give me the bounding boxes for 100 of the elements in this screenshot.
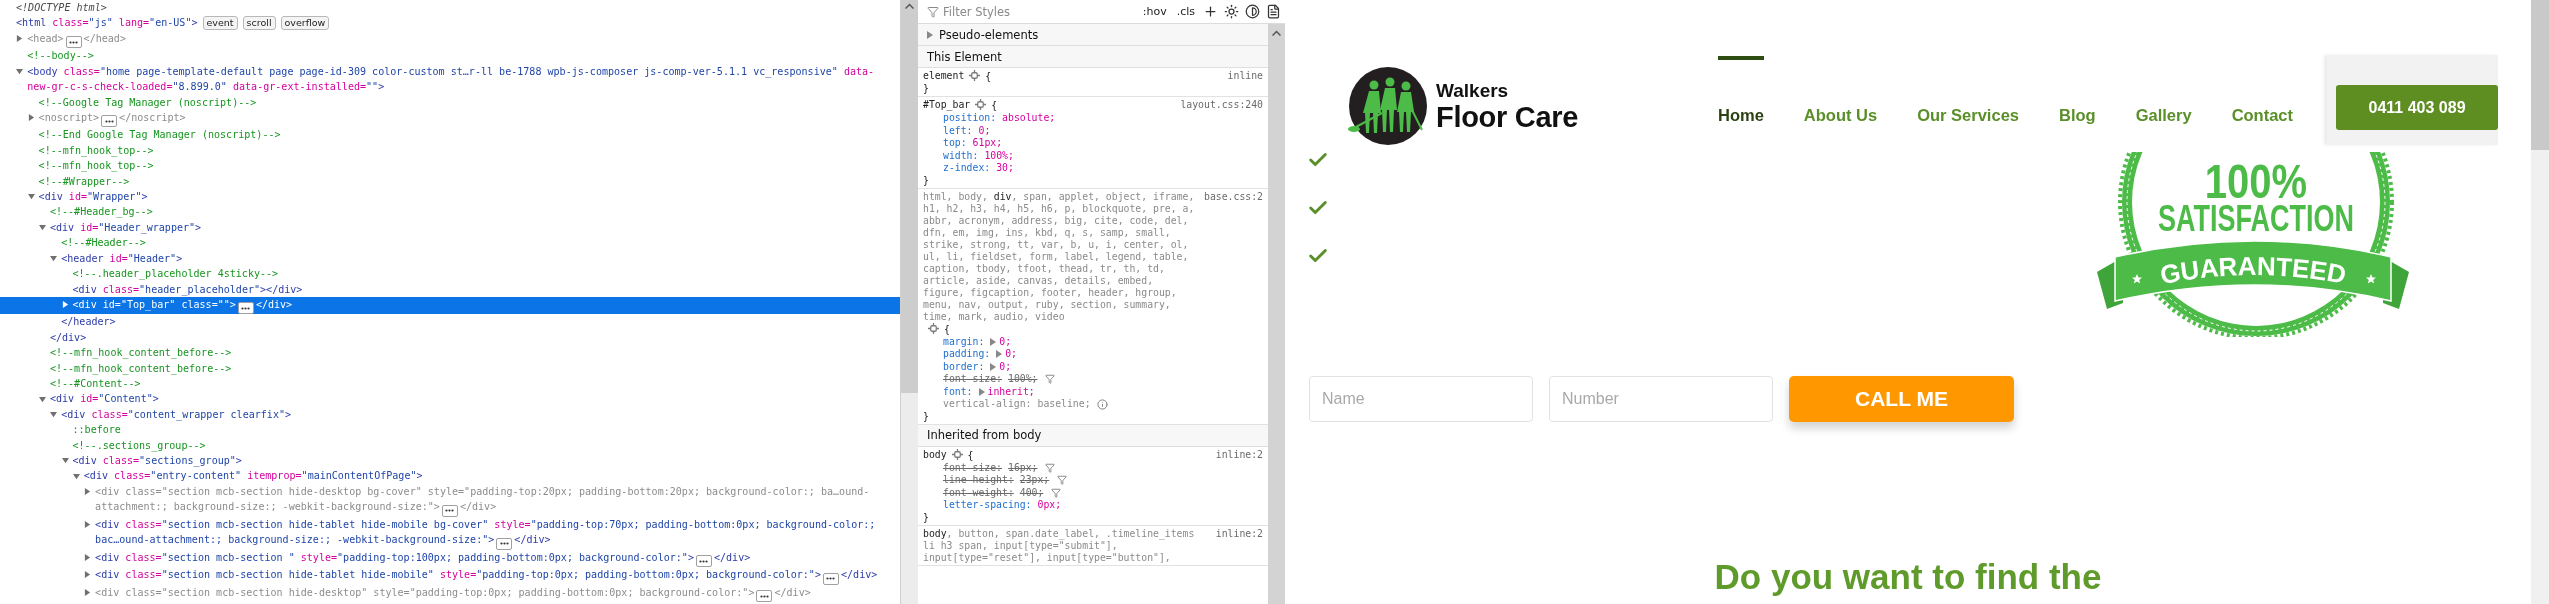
css-value[interactable]: 0; (978, 124, 991, 137)
info-icon[interactable] (1096, 398, 1108, 410)
dom-tree-row[interactable]: <noscript> </noscript> (0, 109, 900, 128)
css-property[interactable]: letter-spacing: (943, 499, 1032, 512)
disclosure-triangle-icon[interactable] (84, 588, 92, 596)
nav-link[interactable]: Blog (2059, 105, 2096, 125)
dom-tree-row[interactable]: <!--#Header_bg--> (0, 204, 900, 220)
disclosure-triangle-icon[interactable] (16, 35, 24, 42)
dom-tree-row[interactable]: <!--#Header--> (0, 235, 900, 251)
disclosure-triangle-icon[interactable] (27, 193, 35, 201)
scrollbar[interactable] (2531, 0, 2549, 604)
css-property[interactable]: top: (943, 137, 967, 150)
crosshair-icon[interactable] (969, 70, 981, 81)
disclosure-triangle-icon[interactable] (61, 457, 69, 465)
css-value[interactable]: 0px; (1037, 499, 1062, 512)
ellipsis-icon[interactable] (496, 537, 513, 550)
crosshair-icon[interactable] (928, 322, 939, 334)
input-field[interactable]: Name (1309, 376, 1533, 422)
dom-tree-row[interactable]: <div class="section mcb-section " style="padding-top:100px; padding-bottom:0px; background-color:"> </div> (0, 549, 900, 568)
input-field[interactable]: Number (1549, 376, 1773, 422)
disclosure-triangle-icon[interactable] (84, 553, 92, 561)
expand-triangle-icon[interactable] (990, 362, 997, 371)
css-value[interactable]: 61px; (972, 137, 1003, 150)
dom-tree-row[interactable]: <html class="js" lang="en-US"> event scroll overflow (0, 15, 900, 31)
css-property[interactable]: padding: (943, 348, 991, 361)
ellipsis-icon[interactable] (441, 504, 458, 517)
css-property[interactable]: line-height: (943, 474, 1014, 487)
dom-tree-row[interactable]: <div id="Header_wrapper"> (0, 219, 900, 236)
css-source-link[interactable]: inline:2 (1215, 448, 1263, 461)
disclosure-triangle-icon[interactable] (16, 67, 24, 75)
css-value[interactable]: 100%; (984, 149, 1014, 162)
disclosure-triangle-icon[interactable] (84, 571, 92, 579)
css-value[interactable]: absolute; (1002, 112, 1056, 125)
nav-link[interactable]: Gallery (2135, 105, 2192, 125)
ellipsis-icon[interactable] (695, 555, 712, 568)
dom-badge[interactable]: scroll (242, 16, 276, 31)
dom-tree-row[interactable]: <div class="section mcb-section hide-tablet hide-mobile bg-cover" style="padding-top:70px; padding-bottom:0px; background-color:; bac…ound-attachment:; background-size:; -webkit-background-size:"> </div> (0, 516, 900, 550)
css-source-link[interactable]: base.css:2 (1204, 190, 1263, 203)
dom-tree-row[interactable]: <div id="Wrapper"> (0, 189, 900, 205)
dom-tree-row[interactable]: <!--mfn_hook_content_before--> (0, 360, 900, 377)
css-property[interactable]: font-weight: (943, 486, 1014, 499)
css-property[interactable]: margin: (943, 335, 985, 348)
filter-icon[interactable] (1057, 475, 1068, 486)
dom-tree-row[interactable]: <div class="entry-content" itemprop="mainContentOfPage"> (0, 468, 900, 484)
dom-tree-row[interactable]: <!--.sections_group--> (0, 437, 900, 454)
ellipsis-icon[interactable] (756, 590, 773, 603)
expand-triangle-icon[interactable] (990, 337, 997, 346)
css-source-link[interactable]: layout.css:240 (1180, 99, 1263, 111)
css-property[interactable]: border: (943, 360, 985, 373)
crosshair-icon[interactable] (975, 99, 987, 110)
filter-icon[interactable] (1045, 462, 1056, 473)
dom-tree-row[interactable]: </div> (0, 329, 900, 346)
ellipsis-icon[interactable] (65, 36, 82, 49)
css-source-link[interactable]: inline (1227, 70, 1263, 82)
dom-tree-row[interactable]: <!--body--> (0, 48, 900, 64)
sun-icon[interactable] (1224, 4, 1239, 19)
toggle-button[interactable]: :hov (1140, 5, 1169, 18)
dom-tree-row[interactable]: </header> (0, 314, 900, 330)
disclosure-triangle-icon[interactable] (84, 488, 92, 496)
dom-tree-row[interactable]: <!--#Content--> (0, 376, 900, 392)
css-source-link[interactable]: inline:2 (1215, 527, 1263, 540)
disclosure-triangle-icon[interactable] (50, 411, 58, 419)
css-value[interactable]: 400; (1019, 486, 1044, 499)
css-property[interactable]: z-index: (943, 162, 991, 175)
dom-tree-row[interactable]: <!DOCTYPE html> (0, 0, 900, 16)
css-value[interactable]: baseline; (1037, 398, 1091, 411)
dom-tree-row[interactable]: <div class="header_placeholder"></div> (0, 281, 900, 297)
css-property[interactable]: font-size: (943, 373, 1002, 386)
pseudo-elements-row[interactable]: Pseudo-elements (918, 24, 1268, 46)
css-value[interactable]: 0; (999, 335, 1012, 348)
dom-tree-row[interactable]: <!--Google Tag Manager (noscript)--> (0, 94, 900, 110)
dom-tree-row[interactable]: <div class="section mcb-section hide-desktop" style="padding-top:0px; padding-bottom:0px; background-color:"> </div> (0, 584, 900, 603)
toggle-button[interactable]: .cls (1174, 5, 1197, 18)
contrast-icon[interactable] (1245, 4, 1260, 19)
dom-badge[interactable]: overflow (280, 16, 330, 31)
dom-tree-row[interactable]: <!--mfn_hook_top--> (0, 142, 900, 159)
nav-link[interactable]: Contact (2231, 105, 2294, 125)
dom-tree-row[interactable]: <body class="home page-template-default page page-id-309 color-custom st…r-ll be-1788 wpb-js-composer js-comp-ver-5.1.1 vc_responsive" data-new-gr-c-s-check-loaded="8.899.0" data-gr-ext-installed=""> (0, 63, 900, 95)
nav-link[interactable]: Our Services (1917, 105, 2019, 125)
dom-tree-row[interactable]: <div class="section mcb-section hide-tablet hide-mobile" style="padding-top:0px; padding-bottom:0px; background-color:"> </div> (0, 567, 900, 585)
dom-tree-row[interactable]: <div id="Content"> (0, 391, 900, 407)
dom-tree-row[interactable]: <head> </head> (0, 30, 900, 49)
css-value[interactable]: inherit; (987, 385, 1035, 398)
dom-tree-row[interactable]: <div id="Top_bar" class=""> </div> (0, 296, 900, 315)
phone-button[interactable]: 0411 403 089 (2336, 85, 2499, 130)
disclosure-triangle-icon[interactable] (84, 520, 92, 528)
document-icon[interactable] (1266, 4, 1281, 19)
css-property[interactable]: font-size: (943, 461, 1002, 474)
css-property[interactable]: font: (943, 385, 973, 398)
css-value[interactable]: 30; (996, 162, 1014, 175)
disclosure-triangle-icon[interactable] (50, 254, 58, 262)
dom-tree-row[interactable]: <!--mfn_hook_top--> (0, 158, 900, 174)
disclosure-triangle-icon[interactable] (38, 224, 46, 232)
scrollbar[interactable] (901, 0, 918, 604)
css-property[interactable]: width: (943, 149, 979, 162)
dom-tree-row[interactable]: <div class="section mcb-section hide-desktop bg-cover" style="padding-top:20px; padding-bottom:20px; background-color:; ba…ound-attachment:; background-size:; -webkit-background-size:"> </div> (0, 483, 900, 517)
expand-triangle-icon[interactable] (996, 350, 1003, 359)
dom-tree-row[interactable]: <!--End Google Tag Manager (noscript)--> (0, 127, 900, 143)
add-rule-icon[interactable] (1203, 4, 1218, 19)
disclosure-triangle-icon[interactable] (38, 395, 46, 403)
